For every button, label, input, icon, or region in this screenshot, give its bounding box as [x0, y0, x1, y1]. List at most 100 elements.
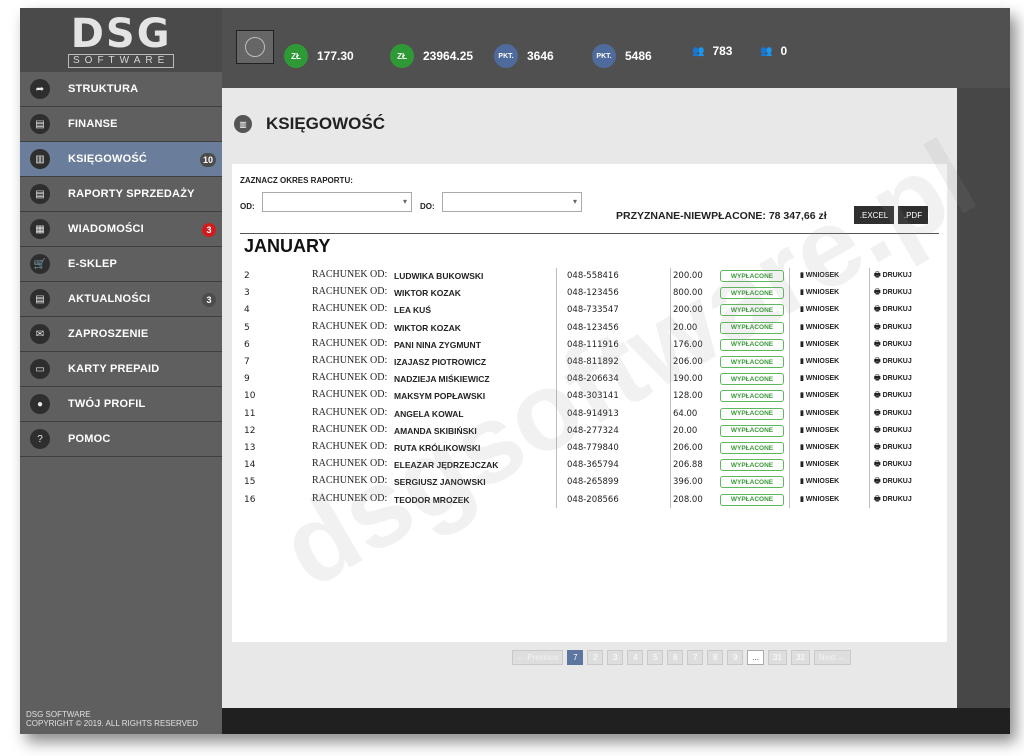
sidebar-item-label: KSIĘGOWOŚĆ [68, 153, 148, 165]
amount: 176.00 [673, 339, 703, 350]
row-prefix: RACHUNEK OD: [312, 423, 388, 435]
status-badge: WYPŁACONE [720, 424, 784, 437]
count-badge: 10 [199, 153, 216, 167]
printer-icon: 🖶 [874, 289, 883, 297]
row-number: 11 [244, 408, 256, 419]
main-content: ▥ KSIĘGOWOŚĆ ZAZNACZ OKRES RAPORTU: OD: … [222, 88, 957, 708]
wniosek-link[interactable]: ▮ WNIOSEK [800, 271, 839, 279]
drukuj-link[interactable]: 🖶 DRUKUJ [874, 305, 912, 316]
row-prefix: RACHUNEK OD: [312, 286, 388, 298]
page-button[interactable]: 6 [667, 650, 684, 665]
row-number: 14 [244, 460, 256, 471]
row-number: 9 [244, 374, 250, 385]
payer-name: TEODOR MROZEK [394, 494, 470, 505]
stat-item: ZŁ 177.30 [284, 44, 354, 68]
sidebar-item-label: FINANSE [68, 118, 118, 130]
date-from-select[interactable]: ▾ [262, 192, 412, 212]
page-button[interactable]: 5 [647, 650, 664, 665]
pagination: ← Previous 7 2 3 4 5 6 7 8 9... 31 32 Next → [512, 650, 855, 665]
page-button[interactable]: 7 [687, 650, 704, 665]
sidebar-item[interactable]: ➦ STRUKTURA [20, 72, 222, 107]
table-row: 7 RACHUNEK OD: IZAJASZ PIOTROWICZ 048-81189… [244, 355, 934, 372]
wniosek-link[interactable]: ▮ WNIOSEK [800, 391, 839, 399]
status-badge: WYPŁACONE [720, 304, 784, 317]
amount: 190.00 [673, 374, 703, 385]
sidebar-item[interactable]: ● TWÓJ PROFIL [20, 387, 222, 422]
wniosek-link[interactable]: ▮ WNIOSEK [800, 340, 839, 348]
sidebar-item[interactable]: ▤ RAPORTY SPRZEDAŻY [20, 177, 222, 212]
sidebar-item[interactable]: ▭ KARTY PREPAID [20, 352, 222, 387]
people-icon: 👥 [760, 45, 772, 57]
logo[interactable]: DSG SOFTWARE [68, 14, 175, 68]
currency-icon: ZŁ [284, 44, 308, 68]
wniosek-link[interactable]: ▮ WNIOSEK [800, 460, 839, 468]
page-button[interactable]: 7 [567, 650, 584, 665]
chart-bars-icon: ▥ [234, 115, 252, 133]
page-button[interactable]: 9 [727, 650, 744, 665]
wniosek-label: WNIOSEK [805, 289, 840, 297]
drukuj-link[interactable]: 🖶 DRUKUJ [874, 357, 912, 368]
footer-company: DSG SOFTWARE [26, 710, 91, 719]
sidebar-item-label: KARTY PREPAID [68, 363, 160, 375]
printer-icon: 🖶 [874, 306, 883, 314]
wniosek-link[interactable]: ▮ WNIOSEK [800, 477, 839, 485]
account-number: 048-779840 [567, 443, 619, 453]
page-button[interactable]: 31 [768, 650, 787, 665]
previous-button[interactable]: ← Previous [512, 650, 564, 665]
wniosek-link[interactable]: ▮ WNIOSEK [800, 305, 839, 313]
printer-icon: 🖶 [874, 461, 883, 469]
amount: 206.00 [673, 357, 703, 367]
page-button[interactable]: 4 [627, 650, 644, 665]
wniosek-link[interactable]: ▮ WNIOSEK [800, 323, 839, 331]
drukuj-link[interactable]: 🖶 DRUKUJ [874, 409, 912, 420]
wniosek-link[interactable]: ▮ WNIOSEK [800, 426, 839, 434]
drukuj-link[interactable]: 🖶 DRUKUJ [874, 323, 912, 334]
drukuj-link[interactable]: 🖶 DRUKUJ [874, 460, 912, 471]
drukuj-link[interactable]: 🖶 DRUKUJ [874, 374, 912, 385]
row-number: 6 [244, 339, 250, 350]
sidebar-item[interactable]: ✉ ZAPROSZENIE [20, 317, 222, 352]
wniosek-link[interactable]: ▮ WNIOSEK [800, 409, 839, 417]
table-row: 11 RACHUNEK OD: ANGELA KOWAL 048-914913 64.0… [244, 407, 934, 424]
sidebar-item[interactable]: ▥ KSIĘGOWOŚĆ 10 [20, 142, 222, 177]
row-prefix: RACHUNEK OD: [312, 337, 388, 349]
row-prefix: RACHUNEK OD: [312, 372, 388, 384]
wniosek-link[interactable]: ▮ WNIOSEK [800, 288, 839, 296]
period-label: ZAZNACZ OKRES RAPORTU: [240, 176, 353, 185]
account-number: 048-811892 [567, 357, 619, 367]
avatar[interactable] [236, 30, 274, 64]
status-badge: WYPŁACONE [720, 373, 784, 386]
next-button[interactable]: Next → [813, 650, 851, 665]
stat-value: 3646 [527, 49, 554, 63]
sidebar-item[interactable]: ▦ WIADOMOŚCI 3 [20, 212, 222, 247]
drukuj-link[interactable]: 🖶 DRUKUJ [874, 340, 912, 351]
wniosek-link[interactable]: ▮ WNIOSEK [800, 443, 839, 451]
drukuj-link[interactable]: 🖶 DRUKUJ [874, 426, 912, 437]
status-badge: WYPŁACONE [720, 459, 784, 472]
wniosek-link[interactable]: ▮ WNIOSEK [800, 374, 839, 382]
page-button[interactable]: 2 [587, 650, 604, 665]
drukuj-link[interactable]: 🖶 DRUKUJ [874, 271, 912, 282]
page-button[interactable]: 32 [790, 650, 810, 665]
page-button[interactable]: ... [747, 650, 765, 665]
drukuj-link[interactable]: 🖶 DRUKUJ [874, 443, 912, 454]
date-to-select[interactable]: ▾ [442, 192, 582, 212]
page-button[interactable]: 8 [707, 650, 724, 665]
pdf-button[interactable]: .PDF [898, 206, 928, 224]
sidebar-item[interactable]: 🛒 E-SKLEP [20, 247, 222, 282]
do-label: DO: [420, 202, 435, 211]
drukuj-link[interactable]: 🖶 DRUKUJ [874, 391, 912, 402]
account-number: 048-733547 [567, 305, 619, 316]
printer-icon: 🖶 [874, 323, 883, 331]
drukuj-link[interactable]: 🖶 DRUKUJ [874, 495, 912, 506]
drukuj-link[interactable]: 🖶 DRUKUJ [874, 288, 912, 299]
sidebar-item[interactable]: ▤ AKTUALNOŚCI 3 [20, 282, 222, 317]
page-button[interactable]: 3 [607, 650, 624, 665]
wniosek-link[interactable]: ▮ WNIOSEK [800, 357, 839, 365]
drukuj-label: DRUKUJ [882, 495, 912, 503]
sidebar-item[interactable]: ? POMOC [20, 422, 222, 457]
excel-button[interactable]: .EXCEL [854, 206, 894, 224]
drukuj-link[interactable]: 🖶 DRUKUJ [874, 477, 912, 488]
wniosek-link[interactable]: ▮ WNIOSEK [800, 495, 839, 503]
sidebar-item[interactable]: ▤ FINANSE [20, 107, 222, 142]
